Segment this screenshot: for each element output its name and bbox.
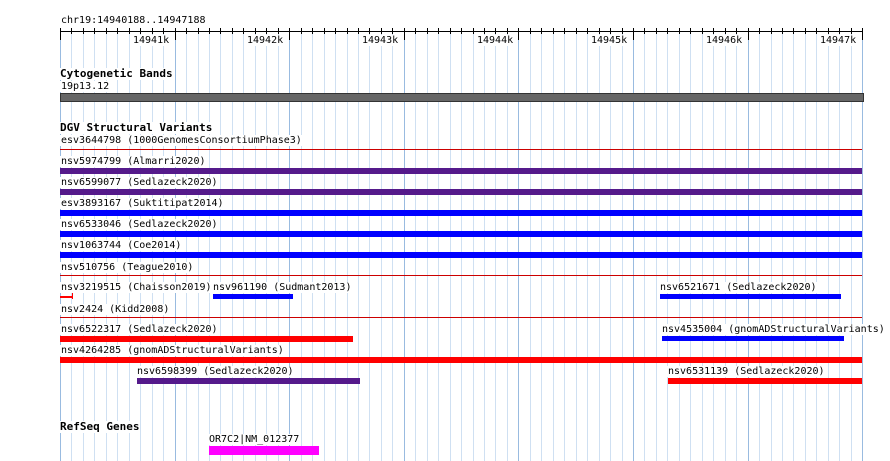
variant-bar[interactable] [662, 336, 844, 341]
cytoband-bar[interactable] [60, 93, 864, 102]
variant-label: nsv6598399 (Sedlazeck2020) [136, 366, 295, 377]
variant-label: nsv6522317 (Sedlazeck2020) [60, 324, 219, 335]
variant-label: esv3644798 (1000GenomesConsortiumPhase3) [60, 135, 303, 146]
row-separator [60, 317, 862, 318]
variant-bar[interactable] [60, 168, 862, 174]
variant-label: nsv961190 (Sudmant2013) [212, 282, 353, 293]
variant-bar[interactable] [213, 294, 293, 299]
variant-bar[interactable] [60, 210, 862, 216]
variant-bar[interactable] [60, 357, 862, 363]
variant-label: nsv2424 (Kidd2008) [60, 304, 171, 315]
variant-label: nsv6599077 (Sedlazeck2020) [60, 177, 219, 188]
tick-label: 14945k [591, 35, 628, 46]
tick-label: 14946k [706, 35, 743, 46]
variant-label: nsv510756 (Teague2010) [60, 262, 195, 273]
variant-bar[interactable] [137, 378, 360, 384]
gene-label: OR7C2|NM_012377 [208, 434, 301, 445]
variant-bar[interactable] [60, 231, 862, 237]
variant-end-marker [72, 293, 73, 299]
variant-label: nsv1063744 (Coe2014) [60, 240, 183, 251]
variant-bar[interactable] [660, 294, 841, 299]
ruler-axis [60, 31, 862, 32]
variant-bar[interactable] [668, 378, 862, 384]
tick-label: 14942k [247, 35, 284, 46]
variant-bar[interactable] [60, 252, 862, 258]
variant-label: nsv6531139 (Sedlazeck2020) [667, 366, 826, 377]
variant-label: esv3893167 (Suktitipat2014) [60, 198, 225, 209]
variant-label: nsv4535004 (gnomADStructuralVariants) [661, 324, 886, 335]
variant-bar[interactable] [60, 336, 353, 342]
variant-label: nsv6533046 (Sedlazeck2020) [60, 219, 219, 230]
variant-label: nsv3219515 (Chaisson2019) [60, 282, 213, 293]
tick-label: 14941k [133, 35, 170, 46]
variant-label: nsv6521671 (Sedlazeck2020) [659, 282, 818, 293]
variant-label: nsv5974799 (Almarri2020) [60, 156, 207, 167]
row-separator [60, 149, 862, 150]
dgv-track-title[interactable]: DGV Structural Variants [60, 122, 213, 134]
variant-label: nsv4264285 (gnomADStructuralVariants) [60, 345, 285, 356]
tick-label: 14944k [477, 35, 514, 46]
tick-label: 14943k [362, 35, 399, 46]
tick-label: 14947k [820, 35, 857, 46]
locus-label: chr19:14940188..14947188 [60, 15, 207, 26]
refseq-track-title[interactable]: RefSeq Genes [60, 421, 140, 433]
cytoband-track-title[interactable]: Cytogenetic Bands [60, 68, 173, 80]
gene-bar[interactable] [209, 446, 319, 455]
row-separator [60, 275, 862, 276]
cytoband-label: 19p13.12 [60, 81, 111, 92]
variant-bar[interactable] [60, 189, 862, 195]
